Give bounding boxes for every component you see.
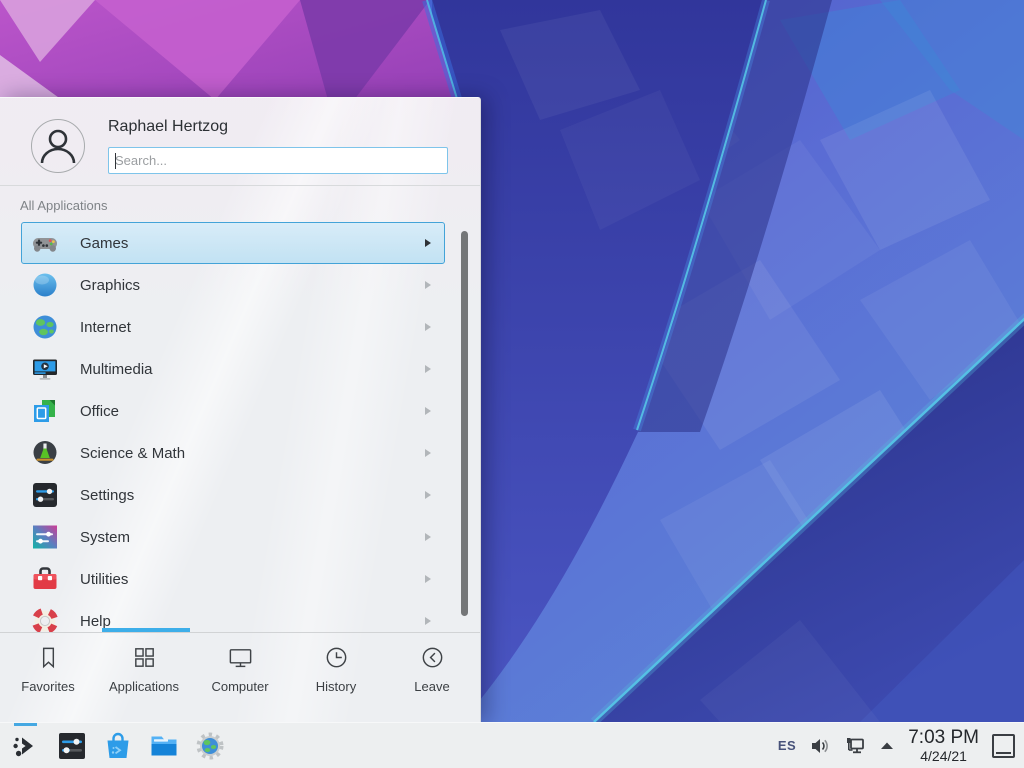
chevron-right-icon — [425, 281, 431, 289]
chevron-right-icon — [425, 365, 431, 373]
taskbar-discover-button[interactable] — [102, 730, 134, 762]
category-row-help[interactable]: Help — [21, 600, 445, 633]
category-label: Graphics — [80, 277, 140, 294]
applications-icon — [131, 644, 158, 671]
internet-icon — [31, 313, 59, 341]
favorites-icon — [35, 644, 62, 671]
history-icon — [323, 644, 350, 671]
tab-applications[interactable]: Applications — [96, 633, 192, 723]
category-label: Office — [80, 403, 119, 420]
tab-label: Applications — [109, 679, 179, 694]
settings-icon — [31, 481, 59, 509]
category-label: System — [80, 529, 130, 546]
category-row-office[interactable]: Office — [21, 390, 445, 432]
category-row-multimedia[interactable]: Multimedia — [21, 348, 445, 390]
search-field[interactable] — [109, 148, 447, 173]
category-row-science-math[interactable]: Science & Math — [21, 432, 445, 474]
volume-button[interactable] — [809, 735, 831, 757]
chevron-right-icon — [425, 449, 431, 457]
taskbar-web-browser-button[interactable] — [194, 730, 226, 762]
tab-computer[interactable]: Computer — [192, 633, 288, 723]
category-label: Settings — [80, 487, 134, 504]
taskbar-panel: ES — [0, 722, 1024, 768]
chevron-right-icon — [425, 533, 431, 541]
clock-time: 7:03 PM — [908, 728, 979, 747]
chevron-right-icon — [425, 239, 431, 247]
clock-date: 4/24/21 — [908, 749, 979, 763]
utilities-icon — [31, 565, 59, 593]
application-launcher-menu: Raphael Hertzog All Applications Games — [0, 97, 481, 723]
header-divider — [0, 185, 480, 186]
category-row-settings[interactable]: Settings — [21, 474, 445, 516]
leave-icon — [419, 644, 446, 671]
taskbar-system-settings-button[interactable] — [56, 730, 88, 762]
user-avatar — [31, 119, 85, 173]
category-label: Games — [80, 235, 128, 252]
chevron-right-icon — [425, 575, 431, 583]
graphics-icon — [31, 271, 59, 299]
tab-label: Computer — [211, 679, 268, 694]
category-row-system[interactable]: System — [21, 516, 445, 558]
web-browser-icon — [194, 730, 226, 762]
taskbar-launcher-button[interactable] — [10, 730, 42, 762]
user-name: Raphael Hertzog — [108, 118, 228, 136]
tab-label: Leave — [414, 679, 449, 694]
taskbar-file-manager-button[interactable] — [148, 730, 180, 762]
category-list: Games Graphics — [21, 222, 445, 633]
clock-widget[interactable]: 7:03 PM 4/24/21 — [908, 728, 979, 763]
category-label: Multimedia — [80, 361, 153, 378]
text-caret — [115, 153, 116, 169]
chevron-right-icon — [425, 407, 431, 415]
tab-favorites[interactable]: Favorites — [0, 633, 96, 723]
tab-leave[interactable]: Leave — [384, 633, 480, 723]
category-label: Help — [80, 613, 111, 630]
category-row-games[interactable]: Games — [21, 222, 445, 264]
category-label: Science & Math — [80, 445, 185, 462]
games-icon — [31, 229, 59, 257]
wired-network-icon — [844, 735, 866, 757]
launcher-active-indicator — [14, 723, 37, 726]
keyboard-layout-indicator[interactable]: ES — [778, 738, 796, 753]
tab-label: History — [316, 679, 356, 694]
discover-icon — [102, 730, 134, 762]
show-desktop-button[interactable] — [992, 734, 1015, 758]
system-icon — [31, 523, 59, 551]
list-scrollbar[interactable] — [461, 231, 468, 616]
chevron-right-icon — [425, 617, 431, 625]
category-label: Utilities — [80, 571, 128, 588]
category-row-utilities[interactable]: Utilities — [21, 558, 445, 600]
office-icon — [31, 397, 59, 425]
network-button[interactable] — [844, 735, 866, 757]
computer-icon — [227, 644, 254, 671]
search-input[interactable] — [108, 147, 448, 174]
category-label: Internet — [80, 319, 131, 336]
active-tab-indicator — [102, 628, 190, 632]
kickoff-icon — [10, 730, 42, 762]
caret-up-icon — [879, 738, 895, 754]
section-label: All Applications — [20, 198, 107, 213]
launcher-tab-bar: Favorites Applications Computer — [0, 633, 480, 723]
category-row-graphics[interactable]: Graphics — [21, 264, 445, 306]
chevron-right-icon — [425, 491, 431, 499]
system-settings-icon — [56, 730, 88, 762]
system-tray: ES — [778, 728, 1024, 763]
folder-icon — [148, 730, 180, 762]
science-icon — [31, 439, 59, 467]
tray-expander-button[interactable] — [879, 738, 895, 754]
multimedia-icon — [31, 355, 59, 383]
help-icon — [31, 607, 59, 633]
chevron-right-icon — [425, 323, 431, 331]
tab-label: Favorites — [21, 679, 74, 694]
category-row-internet[interactable]: Internet — [21, 306, 445, 348]
volume-icon — [809, 735, 831, 757]
desktop: Raphael Hertzog All Applications Games — [0, 0, 1024, 768]
taskbar-app-icons — [0, 730, 226, 762]
tab-history[interactable]: History — [288, 633, 384, 723]
